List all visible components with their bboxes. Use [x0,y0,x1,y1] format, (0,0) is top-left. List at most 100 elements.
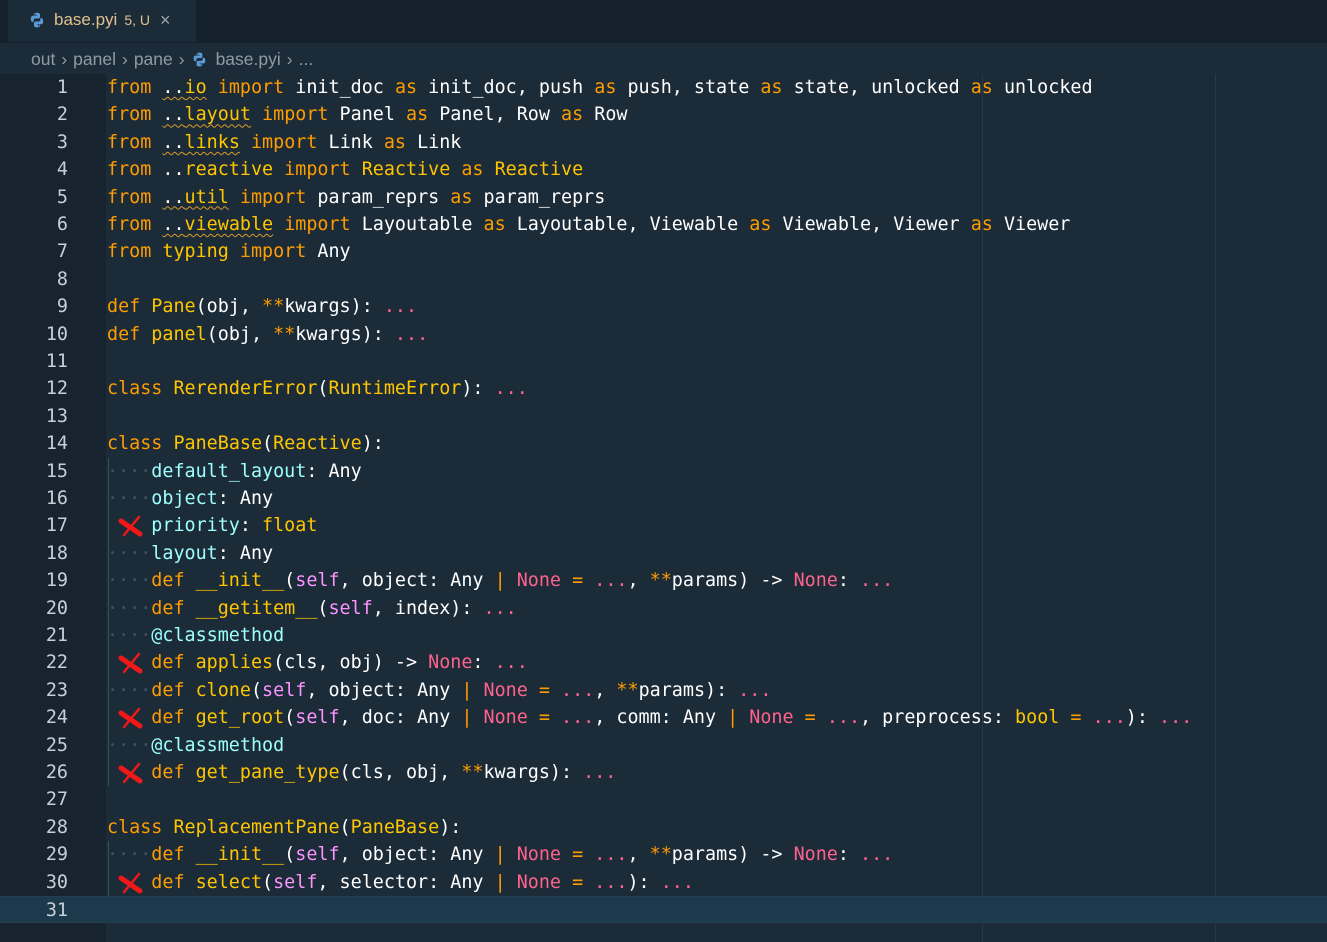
override-marker-icon[interactable] [118,652,144,674]
line-number: 27 [45,789,68,811]
code-text: def panel(obj, **kwargs): ... [107,323,429,345]
code-text: class ReplacementPane(PaneBase): [107,816,462,838]
code-line[interactable]: 21 ····@classmethod [0,622,1327,649]
code-text: ····def __init__(self, object: Any | Non… [107,844,894,866]
line-number: 3 [56,131,68,153]
chevron-right-icon: › [61,48,68,69]
python-file-icon [193,52,205,66]
code-line[interactable]: 22 def applies(cls, obj) -> None: ... [0,649,1327,676]
code-line[interactable]: 5 from ..util import param_reprs as param… [0,184,1327,211]
line-number: 25 [45,734,68,756]
code-line[interactable]: 12 class RerenderError(RuntimeError): ... [0,375,1327,402]
breadcrumb-item-symbols[interactable]: ... [299,49,314,70]
line-number: 31 [45,900,68,921]
code-line[interactable]: 10 def panel(obj, **kwargs): ... [0,321,1327,348]
code-text: from ..viewable import Layoutable as Lay… [107,214,1071,235]
override-marker-icon[interactable] [118,707,144,729]
breadcrumb-item-pane[interactable]: pane [134,49,173,70]
indent-guide [108,457,109,787]
line-number: 13 [45,405,68,427]
code-text: ····default_layout: Any [107,460,362,482]
line-number: 15 [45,460,68,482]
python-file-icon [30,12,44,28]
code-text: class PaneBase(Reactive): [107,433,384,455]
code-line[interactable]: 3 from ..links import Link as Link [0,129,1327,156]
breadcrumb-item-out[interactable]: out [31,49,55,70]
close-icon[interactable]: × [160,10,171,31]
line-number: 6 [56,214,68,235]
code-line[interactable]: 18 ····layout: Any [0,540,1327,567]
breadcrumb: out › panel › pane › base.pyi › ... [0,43,1327,75]
line-number: 12 [45,378,68,400]
override-marker-icon[interactable] [118,762,144,784]
code-text: def Pane(obj, **kwargs): ... [107,296,418,318]
breadcrumb-item-panel[interactable]: panel [73,49,116,70]
code-text: class RerenderError(RuntimeError): ... [107,378,528,400]
code-line[interactable]: 13 [0,403,1327,430]
code-line[interactable]: 14 class PaneBase(Reactive): [0,430,1327,457]
code-line[interactable]: 6 from ..viewable import Layoutable as La… [0,211,1327,238]
code-line[interactable]: 28 class ReplacementPane(PaneBase): [0,814,1327,841]
override-marker-icon[interactable] [118,872,144,894]
code-line[interactable]: 4 from ..reactive import Reactive as Reac… [0,156,1327,183]
code-line[interactable]: 9 def Pane(obj, **kwargs): ... [0,293,1327,320]
code-line[interactable]: 29 ····def __init__(self, object: Any | N… [0,841,1327,868]
line-number: 2 [56,104,68,126]
override-marker-icon[interactable] [118,515,144,537]
code-line[interactable]: 17 priority: float [0,512,1327,539]
line-number: 4 [56,159,68,181]
code-text: from ..io import init_doc as init_doc, p… [107,77,1093,98]
code-line[interactable]: 11 [0,348,1327,375]
code-text: def get_pane_type(cls, obj, **kwargs): .… [151,762,617,783]
tab-status-badge: 5, U [124,12,151,28]
line-number: 14 [45,433,68,455]
line-number: 18 [45,542,68,564]
chevron-right-icon: › [121,48,128,69]
code-line[interactable]: 19 ····def __init__(self, object: Any | N… [0,567,1327,594]
code-line[interactable]: 24 def get_root(self, doc: Any | None = … [0,704,1327,731]
code-text: ····layout: Any [107,542,274,564]
code-line[interactable]: 7 from typing import Any [0,238,1327,265]
code-text: ····def clone(self, object: Any | None =… [107,679,772,701]
chevron-right-icon: › [286,48,293,69]
line-number: 28 [45,816,68,838]
tab-base-pyi[interactable]: base.pyi 5, U × [8,0,196,42]
code-text: ····@classmethod [107,734,285,756]
line-number: 23 [45,679,68,701]
line-number: 9 [56,296,68,318]
code-text: def select(self, selector: Any | None = … [151,871,694,893]
line-number: 11 [45,351,68,372]
code-line[interactable]: 27 [0,786,1327,813]
code-line[interactable]: 30 def select(self, selector: Any | None… [0,869,1327,896]
code-text: def applies(cls, obj) -> None: ... [151,652,528,674]
line-number: 26 [45,762,68,783]
code-text: from ..links import Link as Link [107,131,462,153]
line-number: 21 [45,625,68,646]
breadcrumb-item-base-pyi[interactable]: base.pyi [216,49,281,70]
line-number: 19 [45,570,68,592]
line-number: 8 [56,268,68,290]
line-number: 10 [45,323,68,345]
code-line[interactable]: 25 ····@classmethod [0,732,1327,759]
tab-bar: base.pyi 5, U × [0,0,1327,43]
code-editor[interactable]: 1 from ..io import init_doc as init_doc, … [0,74,1327,942]
tab-label: base.pyi [54,10,118,29]
code-line[interactable]: 20 ····def __getitem__(self, index): ... [0,595,1327,622]
code-line[interactable]: 8 [0,266,1327,293]
line-number: 30 [45,871,68,893]
line-number: 1 [56,77,68,98]
code-text: ····object: Any [107,488,274,509]
code-line[interactable]: 31 [0,896,1327,923]
code-line[interactable]: 23 ····def clone(self, object: Any | None… [0,677,1327,704]
line-number: 22 [45,652,68,674]
code-line[interactable]: 1 from ..io import init_doc as init_doc, … [0,74,1327,101]
indent-guide [108,841,109,896]
code-text: from ..util import param_reprs as param_… [107,186,606,208]
code-line[interactable]: 2 from ..layout import Panel as Panel, Ro… [0,101,1327,128]
code-line[interactable]: 16 ····object: Any [0,485,1327,512]
code-line[interactable]: 26 def get_pane_type(cls, obj, **kwargs)… [0,759,1327,786]
code-line[interactable]: 15 ····default_layout: Any [0,458,1327,485]
chevron-right-icon: › [178,48,185,69]
code-text: from ..layout import Panel as Panel, Row… [107,104,628,126]
code-text: ····def __init__(self, object: Any | Non… [107,570,894,592]
